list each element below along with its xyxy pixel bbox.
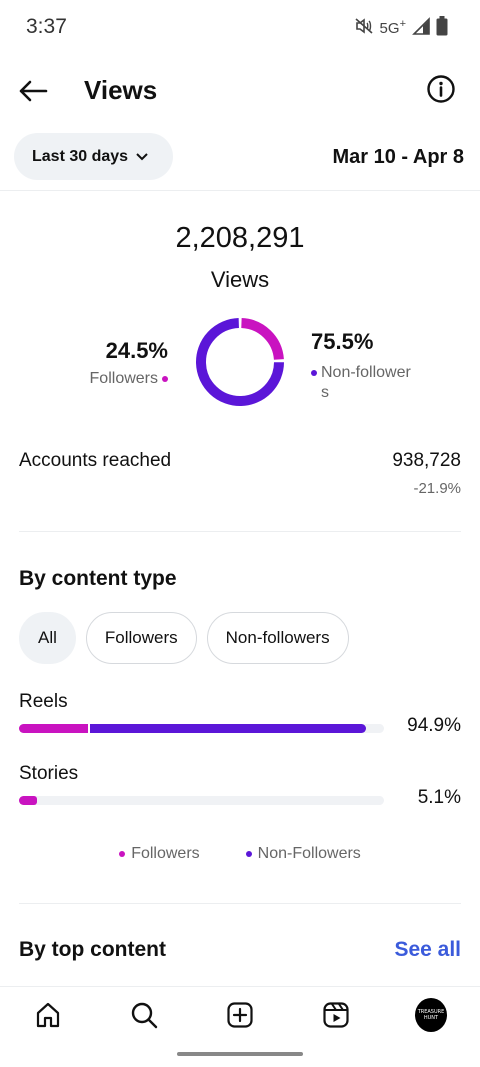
home-icon bbox=[36, 1002, 60, 1028]
reels-label: Reels bbox=[19, 691, 68, 712]
header: Views bbox=[0, 62, 480, 118]
accounts-reached-row[interactable]: Accounts reached 938,728 -21.9% bbox=[19, 450, 461, 497]
stories-row: Stories 5.1% bbox=[19, 763, 461, 808]
stories-percent: 5.1% bbox=[417, 787, 461, 808]
filter-chip-non-followers[interactable]: Non-followers bbox=[206, 612, 349, 664]
filter-chip-all[interactable]: All bbox=[19, 612, 76, 664]
legend-non-followers: Non-Followers bbox=[245, 845, 361, 863]
search-icon bbox=[131, 1002, 158, 1029]
stories-label: Stories bbox=[19, 763, 79, 784]
bar-legend: Followers Non-Followers bbox=[0, 845, 480, 863]
period-selector[interactable]: Last 30 days bbox=[14, 133, 173, 180]
accounts-reached-label: Accounts reached bbox=[19, 450, 172, 471]
nav-reels[interactable] bbox=[320, 999, 352, 1031]
back-button[interactable] bbox=[16, 74, 50, 108]
period-label: Last 30 days bbox=[32, 147, 129, 165]
reels-row: Reels 94.9% bbox=[19, 691, 461, 736]
nav-search[interactable] bbox=[128, 999, 160, 1031]
legend-non-followers-dot bbox=[245, 851, 252, 857]
non-followers-split: 75.5% Non-followers bbox=[311, 329, 413, 403]
see-all-link[interactable]: See all bbox=[394, 938, 461, 962]
divider bbox=[19, 531, 461, 532]
status-bar: 3:37 5G+ bbox=[0, 0, 480, 56]
reels-non-followers-segment bbox=[88, 724, 366, 733]
views-donut-chart bbox=[196, 318, 284, 406]
followers-dot bbox=[162, 376, 168, 382]
page-title: Views bbox=[84, 75, 158, 105]
followers-split: 24.5% Followers bbox=[90, 338, 168, 388]
battery-icon bbox=[436, 16, 448, 41]
network-indicator: 5G+ bbox=[379, 18, 406, 37]
date-range: Mar 10 - Apr 8 bbox=[332, 146, 464, 168]
status-time: 3:37 bbox=[26, 15, 67, 38]
content-type-title: By content type bbox=[19, 567, 177, 590]
chevron-down-icon bbox=[136, 152, 148, 160]
stories-bar bbox=[19, 796, 384, 805]
nav-profile[interactable]: TREASURE HUNT bbox=[415, 998, 447, 1032]
avatar: TREASURE HUNT bbox=[415, 998, 447, 1032]
signal-icon bbox=[412, 17, 430, 40]
divider bbox=[19, 903, 461, 904]
non-followers-percent: 75.5% bbox=[311, 329, 374, 354]
filter-chip-followers[interactable]: Followers bbox=[85, 612, 197, 664]
total-views-label: Views bbox=[210, 267, 270, 292]
info-button[interactable] bbox=[426, 74, 456, 104]
total-views: 2,208,291 bbox=[175, 222, 305, 254]
mute-icon bbox=[354, 17, 374, 40]
home-indicator[interactable] bbox=[177, 1052, 303, 1056]
divider bbox=[0, 190, 480, 191]
reels-percent: 94.9% bbox=[407, 715, 461, 736]
status-icons: 5G+ bbox=[354, 16, 448, 41]
top-content-title: By top content bbox=[19, 938, 166, 961]
non-followers-label: Non-followers bbox=[321, 364, 411, 401]
reels-followers-segment bbox=[19, 724, 89, 733]
date-range-bar: Last 30 days Mar 10 - Apr 8 bbox=[0, 133, 480, 181]
nav-home[interactable] bbox=[32, 999, 64, 1031]
nav-create[interactable] bbox=[224, 999, 256, 1031]
bottom-nav: TREASURE HUNT bbox=[0, 986, 480, 1067]
legend-followers: Followers bbox=[119, 845, 200, 863]
accounts-reached-change: -21.9% bbox=[413, 480, 461, 497]
stories-followers-segment bbox=[19, 796, 38, 805]
info-icon bbox=[427, 75, 455, 103]
content-type-filters: All Followers Non-followers bbox=[19, 612, 349, 664]
followers-percent: 24.5% bbox=[105, 338, 168, 363]
accounts-reached-value: 938,728 bbox=[392, 450, 461, 471]
reels-bar bbox=[19, 724, 384, 733]
reels-icon bbox=[323, 1002, 349, 1028]
back-arrow-icon bbox=[19, 80, 48, 102]
add-icon bbox=[227, 1002, 253, 1028]
legend-followers-dot bbox=[119, 851, 126, 857]
followers-label: Followers bbox=[89, 370, 158, 387]
non-followers-dot bbox=[311, 370, 317, 376]
